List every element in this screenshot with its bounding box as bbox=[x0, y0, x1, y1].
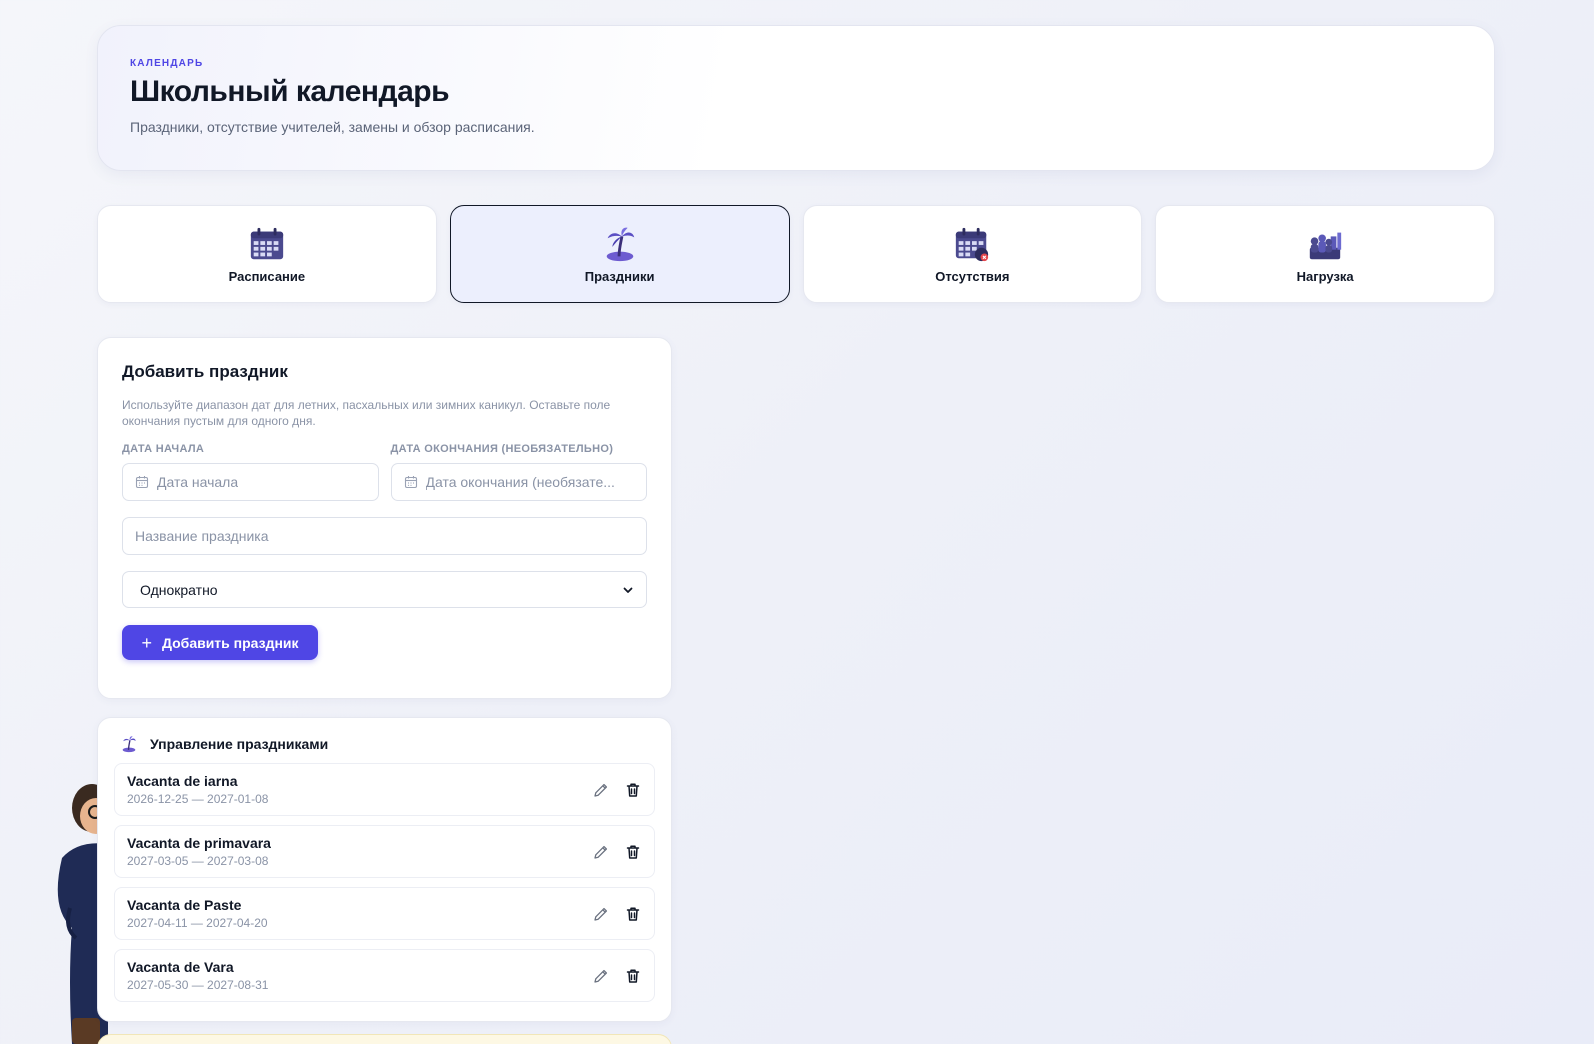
calendar-icon bbox=[135, 476, 149, 489]
holiday-name: Vacanta de Vara bbox=[127, 959, 234, 975]
trash-icon[interactable] bbox=[624, 781, 642, 799]
page-title: Школьный календарь bbox=[130, 75, 450, 108]
holiday-list-item: Vacanta de iarna 2026-12-25 — 2027-01-08 bbox=[114, 763, 655, 816]
holiday-list-item: Vacanta de Paste 2027-04-11 — 2027-04-20 bbox=[114, 887, 655, 940]
calendar-absence-icon bbox=[956, 227, 989, 261]
edit-icon[interactable] bbox=[592, 781, 610, 799]
end-date-label: Дата окончания (необязательно) bbox=[390, 443, 614, 455]
calendar-grid-icon bbox=[250, 227, 284, 259]
start-date-input[interactable]: Дата начала bbox=[122, 463, 379, 501]
holiday-list-item: Vacanta de Vara 2027-05-30 — 2027-08-31 bbox=[114, 949, 655, 1002]
calendar-icon bbox=[404, 476, 417, 489]
tab-label: Праздники bbox=[584, 268, 655, 284]
tab-label: Нагрузка bbox=[1296, 268, 1354, 284]
tab-bar: Расписание Праздники Отсутствия Нагрузка bbox=[97, 205, 1495, 303]
chevron-down-icon bbox=[623, 587, 633, 593]
add-holiday-title: Добавить праздник bbox=[122, 362, 288, 381]
holiday-name: Vacanta de iarna bbox=[127, 773, 238, 789]
recurrence-select[interactable]: Однократно bbox=[122, 571, 647, 608]
holiday-list: Vacanta de iarna 2026-12-25 — 2027-01-08… bbox=[114, 763, 655, 1002]
page-subtitle: Праздники, отсутствие учителей, замены и… bbox=[130, 119, 535, 135]
manage-holidays-title: Управление праздниками bbox=[150, 736, 329, 752]
tab-label: Отсутствия bbox=[935, 268, 1010, 284]
people-chart-icon bbox=[1309, 232, 1342, 259]
tab-holidays[interactable]: Праздники bbox=[449, 205, 790, 303]
end-date-input[interactable]: Дата окончания (необязате... bbox=[390, 463, 647, 501]
trash-icon[interactable] bbox=[624, 967, 642, 985]
end-date-placeholder: Дата окончания (необязате... bbox=[425, 474, 615, 490]
start-date-field: Дата начала Дата начала bbox=[122, 443, 379, 501]
recurrence-value: Однократно bbox=[140, 581, 218, 598]
add-holiday-button[interactable]: + Добавить праздник bbox=[122, 625, 318, 660]
holiday-name: Vacanta de primavara bbox=[127, 835, 271, 851]
end-date-field: Дата окончания (необязательно) Дата окон… bbox=[390, 443, 647, 501]
manage-holidays-header: Управление праздниками bbox=[120, 734, 655, 754]
trash-icon[interactable] bbox=[624, 843, 642, 861]
edit-icon[interactable] bbox=[592, 905, 610, 923]
add-holiday-panel: Добавить праздник Используйте диапазон д… bbox=[97, 337, 672, 699]
tab-workload[interactable]: Нагрузка bbox=[1155, 205, 1495, 303]
holiday-dates: 2027-04-11 — 2027-04-20 bbox=[127, 916, 268, 930]
add-holiday-description: Используйте диапазон дат для летних, пас… bbox=[122, 398, 611, 428]
section-eyebrow: КАЛЕНДАРЬ bbox=[130, 58, 204, 69]
start-date-label: Дата начала bbox=[122, 443, 205, 455]
add-holiday-button-label: Добавить праздник bbox=[161, 634, 299, 651]
holiday-dates: 2026-12-25 — 2027-01-08 bbox=[127, 792, 269, 806]
tab-absences[interactable]: Отсутствия bbox=[802, 205, 1143, 303]
tab-label: Расписание bbox=[228, 268, 306, 284]
palm-island-icon bbox=[606, 227, 634, 261]
plus-icon: + bbox=[141, 632, 152, 653]
holiday-list-item: Vacanta de primavara 2027-03-05 — 2027-0… bbox=[114, 825, 655, 878]
manage-holidays-panel: Управление праздниками Vacanta de iarna … bbox=[97, 717, 672, 1022]
trash-icon[interactable] bbox=[624, 905, 642, 923]
holiday-name: Vacanta de Paste bbox=[127, 897, 242, 913]
next-panel-edge bbox=[97, 1034, 672, 1044]
edit-icon[interactable] bbox=[592, 967, 610, 985]
header-card: КАЛЕНДАРЬ Школьный календарь Праздники, … bbox=[97, 25, 1495, 171]
holiday-dates: 2027-05-30 — 2027-08-31 bbox=[127, 978, 269, 992]
holiday-name-placeholder: Название праздника bbox=[135, 528, 269, 544]
edit-icon[interactable] bbox=[592, 843, 610, 861]
palm-island-icon bbox=[122, 736, 136, 753]
holiday-dates: 2027-03-05 — 2027-03-08 bbox=[127, 854, 269, 868]
holiday-name-input[interactable]: Название праздника bbox=[122, 517, 647, 555]
tab-schedule[interactable]: Расписание bbox=[97, 205, 437, 303]
start-date-placeholder: Дата начала bbox=[157, 474, 239, 490]
